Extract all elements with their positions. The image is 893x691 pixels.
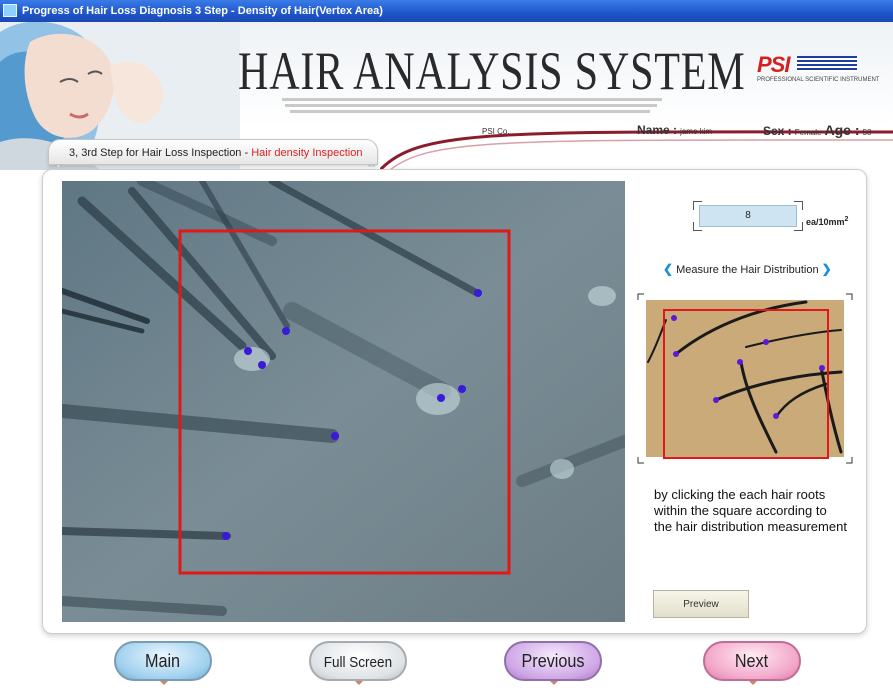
measure-label-text: Measure the Hair Distribution xyxy=(676,264,819,276)
header-fineprint xyxy=(282,98,662,101)
chevron-down-icon xyxy=(749,681,757,685)
sex-value: Female xyxy=(794,128,822,137)
instruction-line: within the square according to xyxy=(654,503,827,518)
previous-button[interactable]: Previous xyxy=(504,641,602,685)
name-label: Name : xyxy=(637,123,678,137)
next-button-label: Next xyxy=(735,651,769,671)
step-tab-highlight: Hair density Inspection xyxy=(251,147,363,159)
patient-sex-age: Sex : Female Age : 58 xyxy=(763,122,871,138)
header-fineprint xyxy=(285,104,657,107)
sex-label: Sex : xyxy=(763,124,792,138)
measure-distribution-label[interactable]: ❮ Measure the Hair Distribution ❯ xyxy=(663,262,832,276)
instruction-line: the hair distribution measurement xyxy=(654,519,847,534)
logo-stripes xyxy=(797,56,857,72)
preview-button[interactable]: Preview xyxy=(653,590,749,618)
header-fineprint xyxy=(290,110,650,113)
hair-count-display: 8 xyxy=(693,201,803,231)
app-icon xyxy=(3,4,17,17)
logo-tagline: PROFESSIONAL SCIENTIFIC INSTRUMENT xyxy=(757,77,880,83)
age-value: 58 xyxy=(862,128,872,137)
name-value: jame kim xyxy=(680,127,713,136)
instructions-text: by clicking the each hair roots within t… xyxy=(654,487,864,535)
main-button-label: Main xyxy=(145,651,181,671)
logo-text: PSI xyxy=(757,52,790,77)
chevron-left-icon[interactable]: ❮ xyxy=(663,262,673,276)
hair-distribution-thumbnail xyxy=(637,293,853,464)
next-button[interactable]: Next xyxy=(703,641,801,685)
step-tab: 3, 3rd Step for Hair Loss Inspection - H… xyxy=(48,139,378,165)
previous-button-label: Previous xyxy=(521,651,585,671)
step-tab-prefix: 3, 3rd Step for Hair Loss Inspection - xyxy=(69,147,252,159)
patient-name: Name : jame kim xyxy=(637,123,712,137)
chevron-down-icon xyxy=(160,681,168,685)
hair-count-unit: ea/10mm2 xyxy=(806,216,849,227)
window-title-bar: Progress of Hair Loss Diagnosis 3 Step -… xyxy=(0,0,893,22)
company-label: PSI Co. xyxy=(482,127,510,136)
instruction-line: by clicking the each hair roots xyxy=(654,487,826,502)
brand-title: HAIR ANALYSIS SYSTEM xyxy=(238,41,746,101)
chevron-down-icon xyxy=(355,681,363,685)
chevron-right-icon[interactable]: ❯ xyxy=(822,262,832,276)
fullscreen-button[interactable]: Full Screen xyxy=(309,641,407,685)
window-title: Progress of Hair Loss Diagnosis 3 Step -… xyxy=(22,5,383,17)
age-label: Age : xyxy=(824,122,860,138)
scalp-microscope-image[interactable] xyxy=(62,181,625,622)
hair-count-value: 8 xyxy=(699,205,797,227)
fullscreen-button-label: Full Screen xyxy=(323,654,393,671)
main-button[interactable]: Main xyxy=(114,641,212,685)
chevron-down-icon xyxy=(550,681,558,685)
psi-logo: PSI PROFESSIONAL SCIENTIFIC INSTRUMENT xyxy=(755,52,879,86)
